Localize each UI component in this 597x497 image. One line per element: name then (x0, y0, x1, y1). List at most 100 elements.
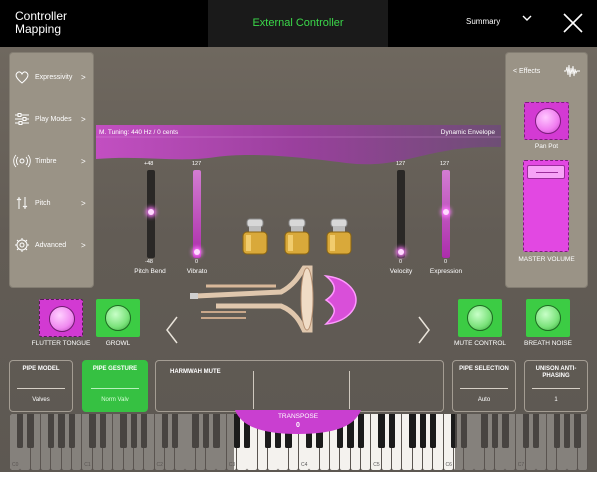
pan-pot-knob[interactable] (535, 108, 561, 134)
pipe-selection-title: PIPE SELECTION (459, 366, 509, 372)
waveform-icon (564, 64, 580, 78)
mute-control-knob[interactable] (467, 305, 493, 331)
keyboard-range-shade-left (10, 414, 234, 470)
nav-item-expressivity[interactable]: Expressivity > (9, 56, 94, 98)
pan-pot-label: Pan Pot (534, 143, 559, 150)
nav-item-play-modes[interactable]: Play Modes > (9, 98, 94, 140)
pitch-bend-handle[interactable] (148, 209, 154, 215)
transpose-control[interactable]: TRANSPOSE 0 (235, 410, 361, 434)
growl-knob[interactable] (105, 305, 131, 331)
expression-handle[interactable] (443, 209, 449, 215)
divider (460, 388, 508, 389)
chevron-right-icon: > (81, 198, 86, 208)
octave-label: C5 (373, 462, 380, 468)
black-key[interactable] (419, 414, 426, 448)
breath-noise-label: BREATH NOISE (524, 340, 572, 347)
transpose-label: TRANSPOSE (277, 413, 319, 420)
sliders-icon (15, 113, 29, 125)
nav-item-timbre[interactable]: Timbre > (9, 140, 94, 182)
growl-label: GROWL (105, 340, 131, 347)
master-tuning-readout[interactable]: M. Tuning: 440 Hz / 0 cents (99, 129, 178, 136)
mute-control-pad[interactable] (458, 299, 502, 337)
slider-top-value: 127 (440, 161, 450, 167)
pitch-bend-label: Pitch Bend (134, 268, 166, 275)
harmwah-mute-panel[interactable]: HARMWAH MUTE (155, 360, 444, 412)
expression-slider[interactable] (442, 170, 450, 258)
nav-label: Play Modes (35, 115, 72, 123)
vibrato-handle[interactable] (194, 249, 200, 255)
pipe-model-selector[interactable]: PIPE MODEL Valves (9, 360, 73, 412)
vibrato-fill (193, 170, 201, 258)
effects-back-button[interactable]: < Effects (513, 68, 540, 75)
nav-label: Expressivity (35, 73, 73, 81)
black-key[interactable] (388, 414, 395, 448)
dynamic-envelope-label[interactable]: Dynamic Envelope (441, 129, 495, 136)
unison-anti-phasing-selector[interactable]: UNISON ANTI-PHASING 1 (524, 360, 588, 412)
expression-label: Expression (429, 268, 463, 275)
chevron-right-icon[interactable] (416, 315, 432, 345)
harmwah-mute-title: HARMWAH MUTE (170, 369, 221, 375)
nav-label: Pitch (35, 199, 51, 207)
effects-panel: < Effects Pan Pot MASTER VOLUME (505, 52, 588, 288)
growl-pad[interactable] (96, 299, 140, 337)
octave-label: C6 (445, 462, 452, 468)
transpose-value: 0 (296, 422, 300, 429)
instrument-display: M. Tuning: 440 Hz / 0 cents Dynamic Enve… (96, 125, 501, 283)
chevron-right-icon: > (81, 114, 86, 124)
valve-3-icon[interactable] (322, 217, 356, 255)
master-volume-label: MASTER VOLUME (518, 256, 575, 263)
velocity-slider[interactable] (397, 170, 405, 258)
nav-label: Timbre (35, 157, 57, 165)
unison-anti-phasing-title: UNISON ANTI-PHASING (535, 366, 577, 379)
top-bar: Controller Mapping External Controller S… (0, 0, 597, 47)
pipe-gesture-value: Norm Valv (101, 397, 129, 403)
pan-pot-control[interactable] (524, 102, 569, 140)
valve-1-icon[interactable] (238, 217, 272, 255)
chevron-down-icon[interactable] (521, 12, 533, 24)
chevron-right-icon: > (81, 240, 86, 250)
page-title: Controller Mapping (15, 9, 68, 36)
slider-bottom-value: 0 (444, 259, 448, 265)
nav-item-advanced[interactable]: Advanced > (9, 224, 94, 266)
octave-label: C4 (301, 462, 308, 468)
slider-bottom-value: -48 (145, 259, 153, 265)
slider-top-value: 127 (192, 161, 202, 167)
unison-anti-phasing-value: 1 (554, 397, 558, 403)
vibrato-slider[interactable] (193, 170, 201, 258)
gear-icon (15, 238, 29, 252)
divider (349, 371, 350, 409)
flutter-tongue-knob[interactable] (49, 306, 75, 332)
breath-noise-knob[interactable] (535, 305, 561, 331)
velocity-handle[interactable] (398, 249, 404, 255)
tuning-icon (16, 197, 28, 209)
keyboard-range-shade-right (455, 414, 588, 470)
flutter-tongue-pad[interactable] (39, 299, 83, 337)
pipe-selection-selector[interactable]: PIPE SELECTION Auto (452, 360, 516, 412)
black-key[interactable] (429, 414, 437, 448)
summary-dropdown-label[interactable]: Summary (466, 17, 500, 26)
chevron-left-icon[interactable] (164, 315, 180, 345)
nav-item-pitch[interactable]: Pitch > (9, 182, 94, 224)
app-root: Controller Mapping External Controller S… (0, 0, 597, 497)
chevron-right-icon: > (81, 156, 86, 166)
close-icon[interactable] (561, 11, 585, 35)
breath-noise-pad[interactable] (526, 299, 570, 337)
pipe-model-title: PIPE MODEL (22, 366, 60, 372)
velocity-label: Velocity (389, 268, 413, 275)
pipe-selection-value: Auto (477, 397, 491, 403)
pipe-model-value: Valves (32, 397, 50, 403)
black-key[interactable] (409, 414, 416, 448)
slider-bottom-value: 0 (399, 259, 403, 265)
divider (253, 371, 254, 409)
pipe-gesture-selector[interactable]: PIPE GESTURE Norm Valv (82, 360, 148, 412)
black-key[interactable] (378, 414, 385, 448)
master-volume-handle[interactable] (527, 165, 565, 179)
tab-external-controller[interactable]: External Controller (208, 0, 388, 47)
left-nav-panel: Expressivity > Play Modes > Timbre > Pit… (9, 52, 94, 288)
master-volume-slider[interactable] (523, 160, 569, 252)
settings-row: PIPE MODEL Valves PIPE GESTURE Norm Valv… (0, 360, 597, 415)
mute-icon[interactable] (318, 270, 358, 330)
valve-2-icon[interactable] (280, 217, 314, 255)
pitch-bend-slider[interactable] (147, 170, 155, 258)
divider (17, 388, 65, 389)
